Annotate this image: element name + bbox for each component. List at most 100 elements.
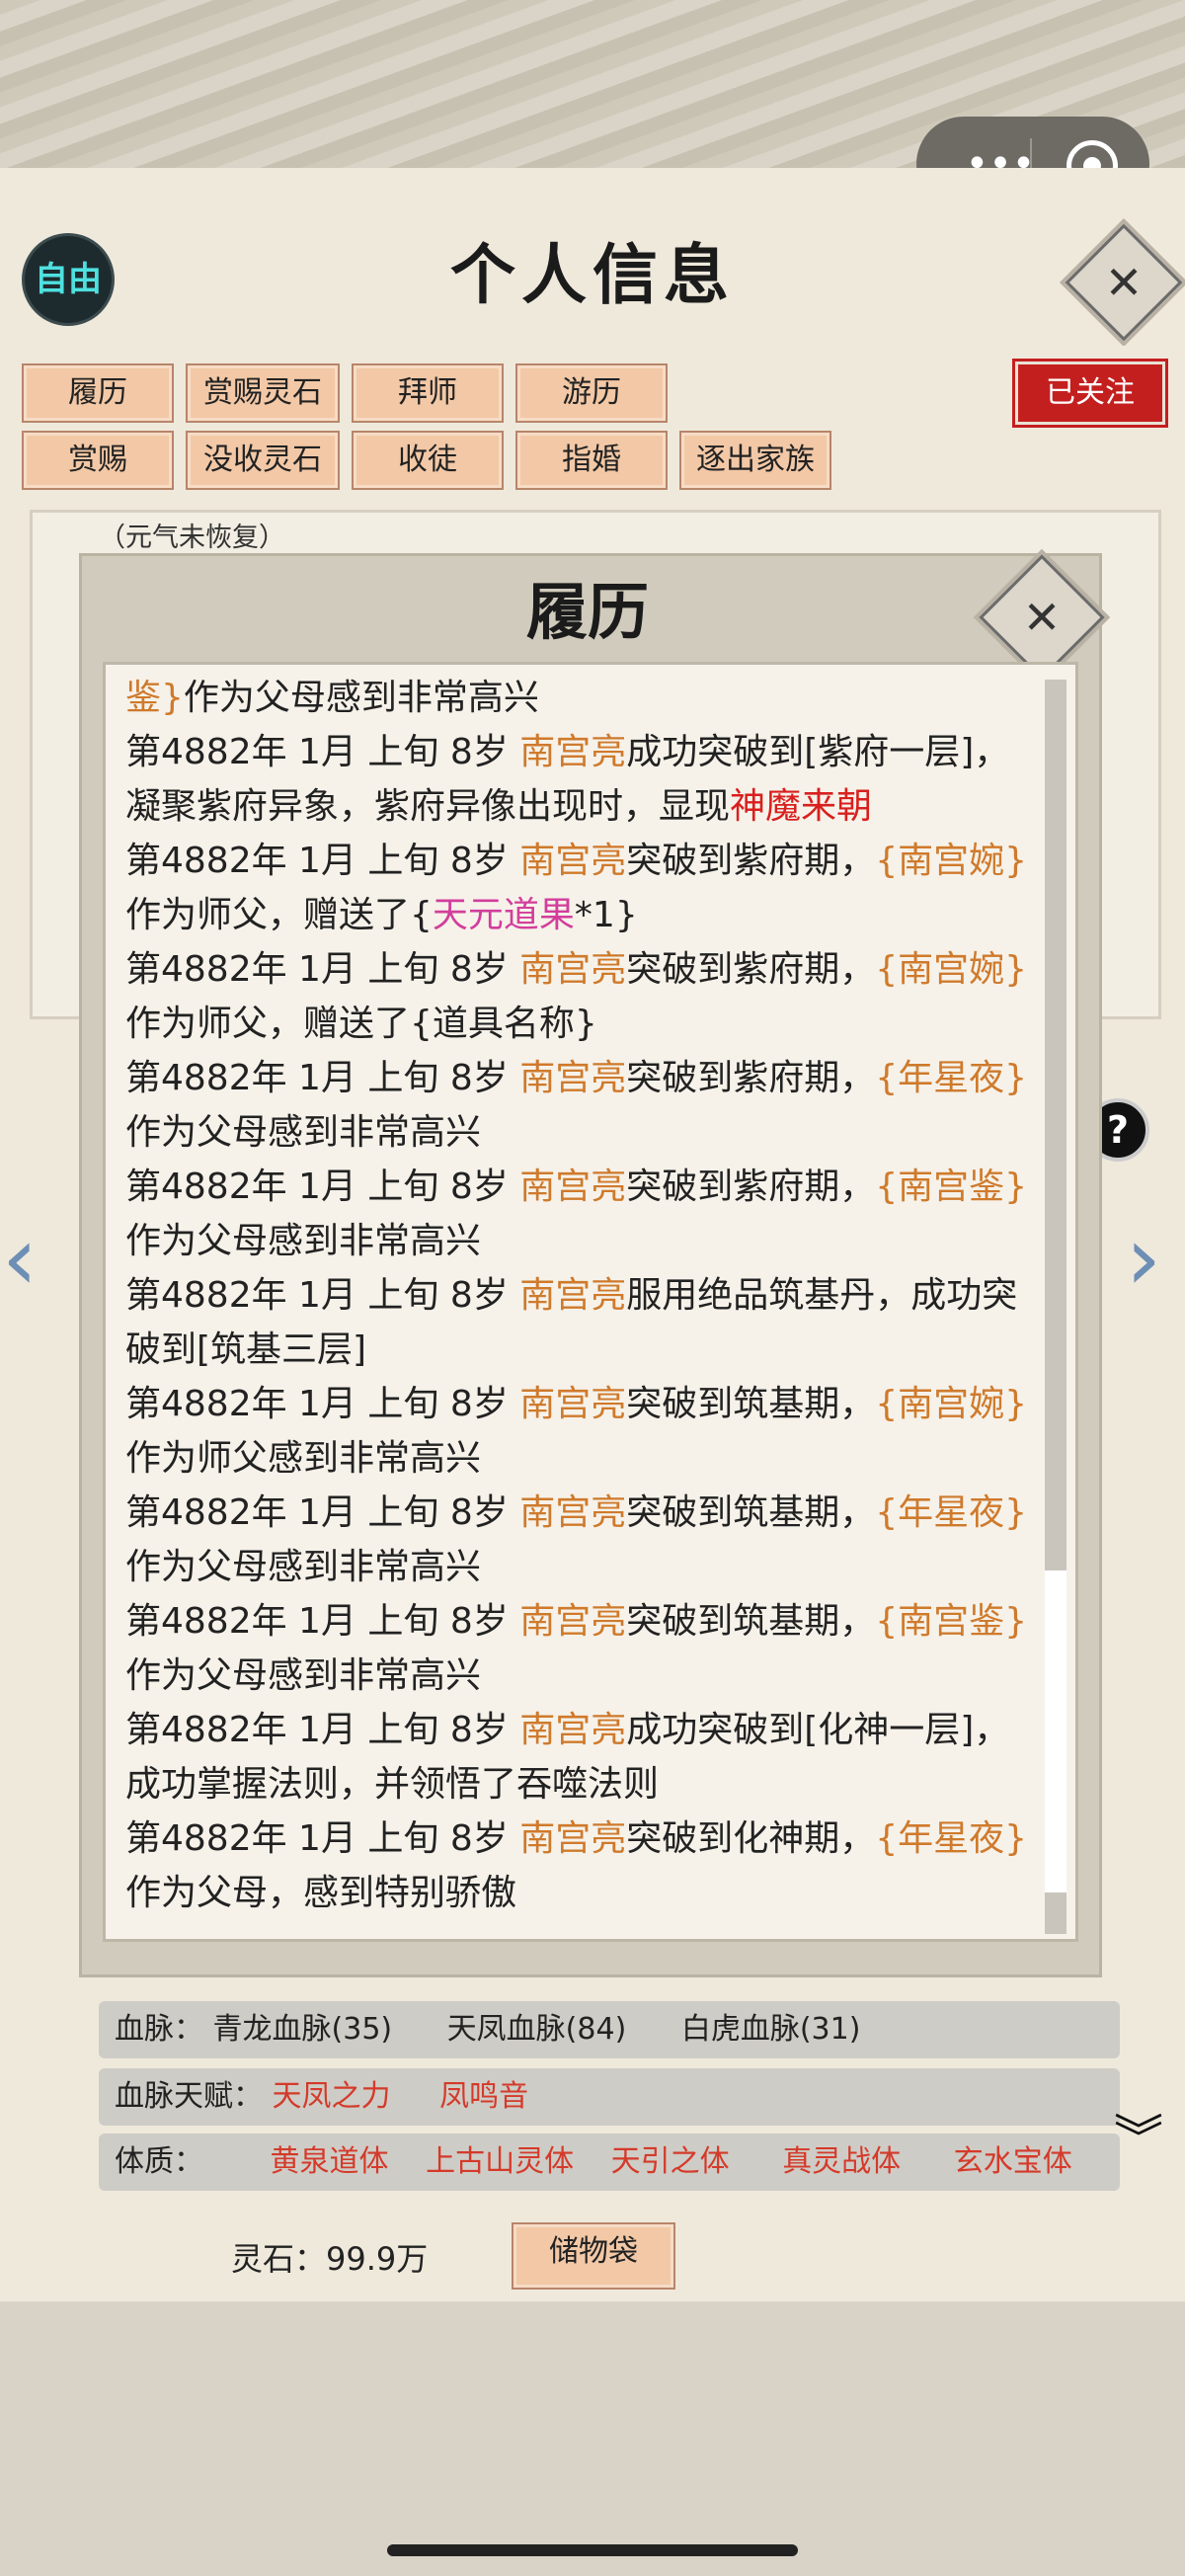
resume-highlight: {南宫婉} [875,841,1028,881]
resume-highlight: 南宫亮 [519,949,627,990]
resume-entry: 第4882年 1月 上旬 8岁 南宫亮突破到紫府期，{南宫婉} 作为师父，赠送了{… [125,942,1036,1051]
prev-arrow-icon[interactable]: ‹ [2,1207,38,1311]
bloodline-talent-item: 凤鸣音 [439,2079,529,2114]
expel-button[interactable]: 逐出家族 [679,431,831,490]
bottom-area [0,2301,1185,2576]
take-disciple-button[interactable]: 收徒 [352,431,504,490]
resume-text: 突破到化神期， [626,1818,876,1859]
resume-entry: 第4882年 1月 上旬 8岁 南宫亮突破到紫府期，{年星夜} 作为父母感到非常高… [125,1051,1036,1160]
resume-entry: 第4882年 1月 上旬 8岁 南宫亮服用绝品筑基丹，成功突破到[筑基三层] [125,1268,1036,1377]
resume-highlight: 南宫亮 [519,1818,627,1859]
spirit-stone-count: 灵石：99.9万 [231,2240,429,2278]
apprentice-button[interactable]: 拜师 [352,363,504,423]
resume-highlight: 南宫亮 [519,1710,627,1750]
bloodline-talent-row: 血脉天赋： 天凤之力 凤鸣音 [99,2068,1120,2126]
resume-text: 第4882年 1月 上旬 8岁 [125,732,520,772]
resume-text: 突破到筑基期， [626,1601,876,1642]
travel-button[interactable]: 游历 [515,363,668,423]
resume-highlight: {南宫鉴} [875,1601,1028,1642]
resume-text: 突破到筑基期， [626,1384,876,1424]
resume-highlight: {年星夜} [875,1818,1028,1859]
resume-highlight: 南宫亮 [519,1384,627,1424]
resume-entry: 第4882年 1月 上旬 8岁 南宫亮成功突破到[化神一层]，成功掌握法则，并领… [125,1703,1036,1811]
modal-title: 履历 [525,576,649,648]
next-arrow-icon[interactable]: › [1126,1207,1161,1311]
physique-item: 玄水宝体 [953,2144,1072,2179]
page-title: 个人信息 [450,236,735,313]
resume-highlight: 天元道果 [432,895,575,935]
home-indicator[interactable] [387,2544,798,2556]
reward-button[interactable]: 赏赐 [22,431,174,490]
reward-stone-button[interactable]: 赏赐灵石 [186,363,340,423]
physique-item: 真灵战体 [782,2144,902,2179]
qi-status-label: （元气未恢复） [99,523,285,553]
resume-text: 作为父母感到非常高兴 [125,1547,482,1587]
resume-text: 第4882年 1月 上旬 8岁 [125,1818,520,1859]
resume-entry: 第4882年 1月 上旬 8岁 南宫亮成功突破到[紫府一层]，凝聚紫府异象，紫府… [125,725,1036,834]
close-icon: ✕ [1022,591,1062,644]
resume-text: 作为父母感到非常高兴 [125,1112,482,1153]
resume-text: 第4882年 1月 上旬 8岁 [125,1492,520,1533]
resume-text: 突破到紫府期， [626,841,876,881]
scrollbar-thumb[interactable] [1045,1570,1066,1892]
resume-highlight: {南宫婉} [875,1384,1028,1424]
resume-entry: 第4882年 1月 上旬 8岁 南宫亮突破到紫府期，{南宫婉} 作为师父，赠送了{… [125,834,1036,942]
resume-entry: 鉴}作为父母感到非常高兴 [125,671,1036,725]
resume-text: *1} [574,895,638,935]
physique-item: 天引之体 [610,2144,730,2179]
resume-entry: 第4882年 1月 上旬 8岁 南宫亮突破到化神期，{年星夜} 作为父母，感到特别… [125,1811,1036,1920]
resume-list[interactable]: 鉴}作为父母感到非常高兴 第4882年 1月 上旬 8岁 南宫亮成功突破到[紫府一… [103,662,1078,1942]
resume-entry: 第4882年 1月 上旬 8岁 南宫亮突破到筑基期，{年星夜} 作为父母感到非常高… [125,1486,1036,1594]
resume-highlight: 南宫亮 [519,1275,627,1316]
resume-highlight: {南宫婉} [875,949,1028,990]
resume-text: 第4882年 1月 上旬 8岁 [125,1058,520,1098]
expand-chevron-icon[interactable]: ︾ [1114,2114,1163,2163]
resume-text: 第4882年 1月 上旬 8岁 [125,1710,520,1750]
resume-text: 突破到筑基期， [626,1492,876,1533]
resume-text: 第4882年 1月 上旬 8岁 [125,1167,520,1207]
storage-bag-button[interactable]: 储物袋 [512,2222,675,2290]
resume-highlight: 南宫亮 [519,732,627,772]
close-icon: ✕ [1104,256,1144,309]
resume-highlight: 南宫亮 [519,1601,627,1642]
resume-text: 作为父母感到非常高兴 [183,678,539,718]
resume-highlight: 鉴} [125,678,184,718]
physique-item: 上古山灵体 [426,2144,575,2179]
bloodline-item: 白虎血脉(31) [680,2012,861,2047]
bloodline-row: 血脉： 青龙血脉(35) 天凤血脉(84) 白虎血脉(31) [99,2001,1120,2058]
resume-highlight: 南宫亮 [519,841,627,881]
resume-text: 第4882年 1月 上旬 8岁 [125,1384,520,1424]
resume-text: 作为师父感到非常高兴 [125,1438,482,1479]
free-mode-badge[interactable]: 自由 [22,233,115,326]
resume-highlight: {年星夜} [875,1058,1028,1098]
resume-text: 作为父母感到非常高兴 [125,1221,482,1261]
bloodline-talent-item: 天凤之力 [272,2079,391,2114]
resume-text: 作为父母，感到特别骄傲 [125,1873,517,1913]
resume-highlight: 南宫亮 [519,1492,627,1533]
bloodline-item: 天凤血脉(84) [446,2012,627,2047]
resume-highlight: 神魔来朝 [730,786,873,827]
physique-item: 黄泉道体 [270,2144,389,2179]
bloodline-item: 青龙血脉(35) [212,2012,393,2047]
resume-text: 作为师父，赠送了{道具名称} [125,1004,597,1044]
resume-text: 突破到紫府期， [626,1167,876,1207]
resume-text: 作为父母感到非常高兴 [125,1655,482,1696]
resume-highlight: 南宫亮 [519,1167,627,1207]
resume-text: 第4882年 1月 上旬 8岁 [125,1601,520,1642]
resume-highlight: {南宫鉴} [875,1167,1028,1207]
resume-highlight: 南宫亮 [519,1058,627,1098]
resume-entry: 第4882年 1月 上旬 8岁 南宫亮突破到筑基期，{南宫鉴} 作为父母感到非常高… [125,1594,1036,1703]
resume-text: 作为师父，赠送了{ [125,895,433,935]
resume-entry: 第4882年 1月 上旬 8岁 南宫亮突破到筑基期，{南宫婉} 作为师父感到非常高… [125,1377,1036,1486]
resume-button[interactable]: 履历 [22,363,174,423]
resume-entry: 第4882年 1月 上旬 8岁 南宫亮突破到紫府期，{南宫鉴} 作为父母感到非常高… [125,1160,1036,1268]
physique-label: 体质： [115,2144,203,2179]
resume-text: 突破到紫府期， [626,1058,876,1098]
confiscate-stone-button[interactable]: 没收灵石 [186,431,340,490]
resume-text: 第4882年 1月 上旬 8岁 [125,1275,520,1316]
resume-entries: 鉴}作为父母感到非常高兴 第4882年 1月 上旬 8岁 南宫亮成功突破到[紫府一… [125,671,1036,1920]
bloodline-label: 血脉： [115,2012,203,2047]
followed-badge[interactable]: 已关注 [1015,362,1165,425]
arrange-marriage-button[interactable]: 指婚 [515,431,668,490]
resume-text: 第4882年 1月 上旬 8岁 [125,841,520,881]
